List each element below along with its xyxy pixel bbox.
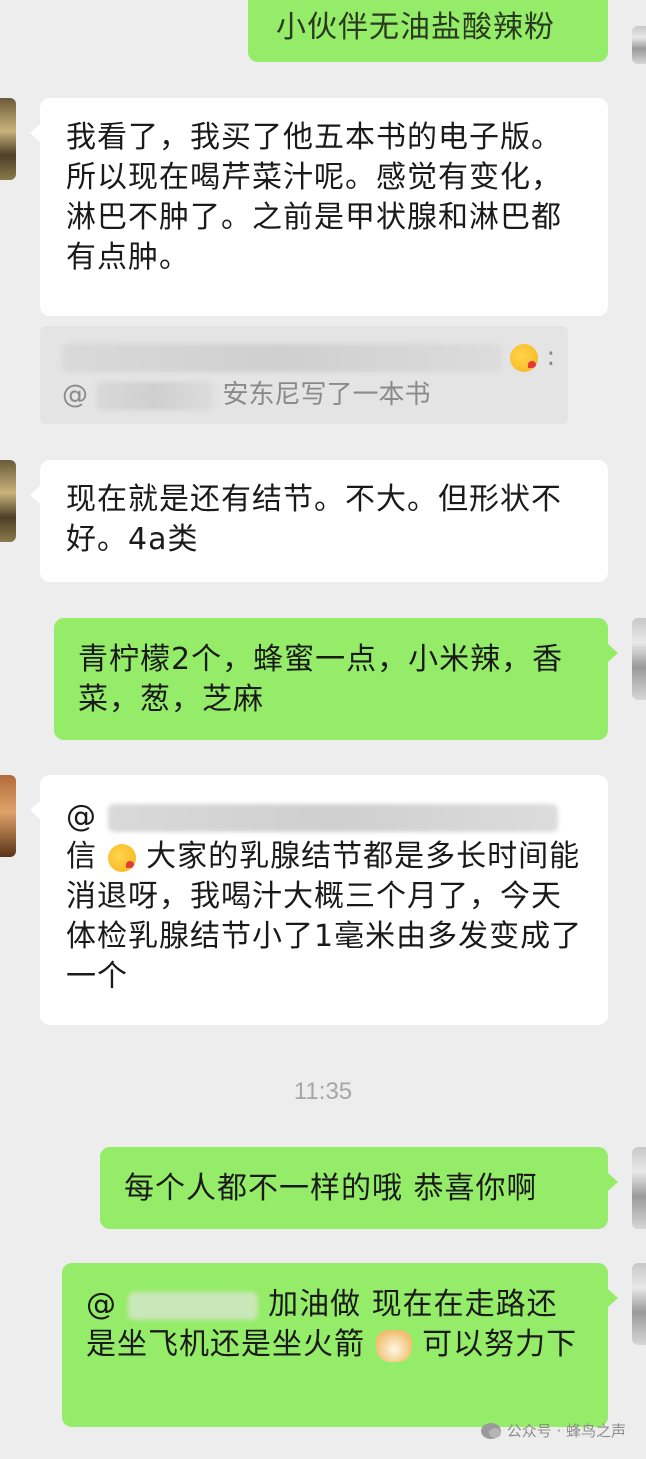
message-outgoing-0[interactable]: 小伙伴无油盐酸辣粉 bbox=[248, 0, 608, 62]
watermark: 公众号 · 蜂鸟之声 bbox=[480, 1420, 626, 1441]
avatar[interactable] bbox=[632, 618, 646, 700]
message-text: 小伙伴无油盐酸辣粉 bbox=[276, 10, 555, 45]
message-text: 现在就是还有结节。不大。但形状不好。4a类 bbox=[66, 482, 562, 557]
redacted-mention bbox=[107, 803, 558, 832]
avatar[interactable] bbox=[0, 775, 16, 857]
face-blowing-kiss-icon bbox=[107, 843, 136, 872]
redacted-mention bbox=[96, 381, 215, 410]
avatar[interactable] bbox=[632, 26, 646, 64]
quoted-reply[interactable]: : @ 安东尼写了一本书 bbox=[40, 326, 568, 424]
message-outgoing-5[interactable]: 每个人都不一样的哦 恭喜你啊 bbox=[100, 1147, 618, 1229]
message-incoming-2[interactable]: 现在就是还有结节。不大。但形状不好。4a类 bbox=[30, 460, 608, 582]
face-blowing-kiss-icon bbox=[510, 343, 539, 372]
quote-at: @ bbox=[62, 380, 88, 410]
message-text: 青柠檬2个，蜂蜜一点，小米辣，香菜，葱，芝麻 bbox=[78, 642, 564, 717]
watermark-text: 公众号 · 蜂鸟之声 bbox=[506, 1422, 626, 1440]
doge-emoji-icon bbox=[375, 1329, 412, 1362]
message-text-tail: 可以努力下 bbox=[422, 1327, 578, 1362]
avatar[interactable] bbox=[0, 98, 16, 180]
redacted-name bbox=[62, 343, 502, 372]
message-incoming-1[interactable]: 我看了，我买了他五本书的电子版。所以现在喝芹菜汁呢。感觉有变化，淋巴不肿了。之前… bbox=[30, 98, 608, 316]
avatar[interactable] bbox=[632, 1263, 646, 1345]
message-prefix: 信 bbox=[66, 839, 97, 874]
mention-at: @ bbox=[86, 1287, 117, 1322]
quote-text: 安东尼写了一本书 bbox=[222, 380, 431, 410]
message-text: 我看了，我买了他五本书的电子版。所以现在喝芹菜汁呢。感觉有变化，淋巴不肿了。之前… bbox=[66, 120, 562, 275]
message-outgoing-3[interactable]: 青柠檬2个，蜂蜜一点，小米辣，香菜，葱，芝麻 bbox=[54, 618, 618, 740]
mention-at: @ bbox=[66, 799, 97, 834]
message-text: 每个人都不一样的哦 恭喜你啊 bbox=[124, 1171, 538, 1206]
message-outgoing-6[interactable]: @ 加油做 现在在走路还是坐飞机还是坐火箭 可以努力下 bbox=[62, 1263, 618, 1427]
timestamp: 11:35 bbox=[293, 1078, 353, 1105]
avatar[interactable] bbox=[0, 460, 16, 542]
message-incoming-4[interactable]: @ 信 大家的乳腺结节都是多长时间能消退呀，我喝汁大概三个月了，今天体检乳腺结节… bbox=[30, 775, 608, 1025]
avatar[interactable] bbox=[632, 1147, 646, 1229]
redacted-mention bbox=[127, 1291, 258, 1320]
message-text: 大家的乳腺结节都是多长时间能消退呀，我喝汁大概三个月了，今天体检乳腺结节小了1毫… bbox=[66, 839, 583, 994]
wechat-official-account-icon bbox=[480, 1422, 501, 1439]
quote-colon: : bbox=[546, 342, 556, 372]
